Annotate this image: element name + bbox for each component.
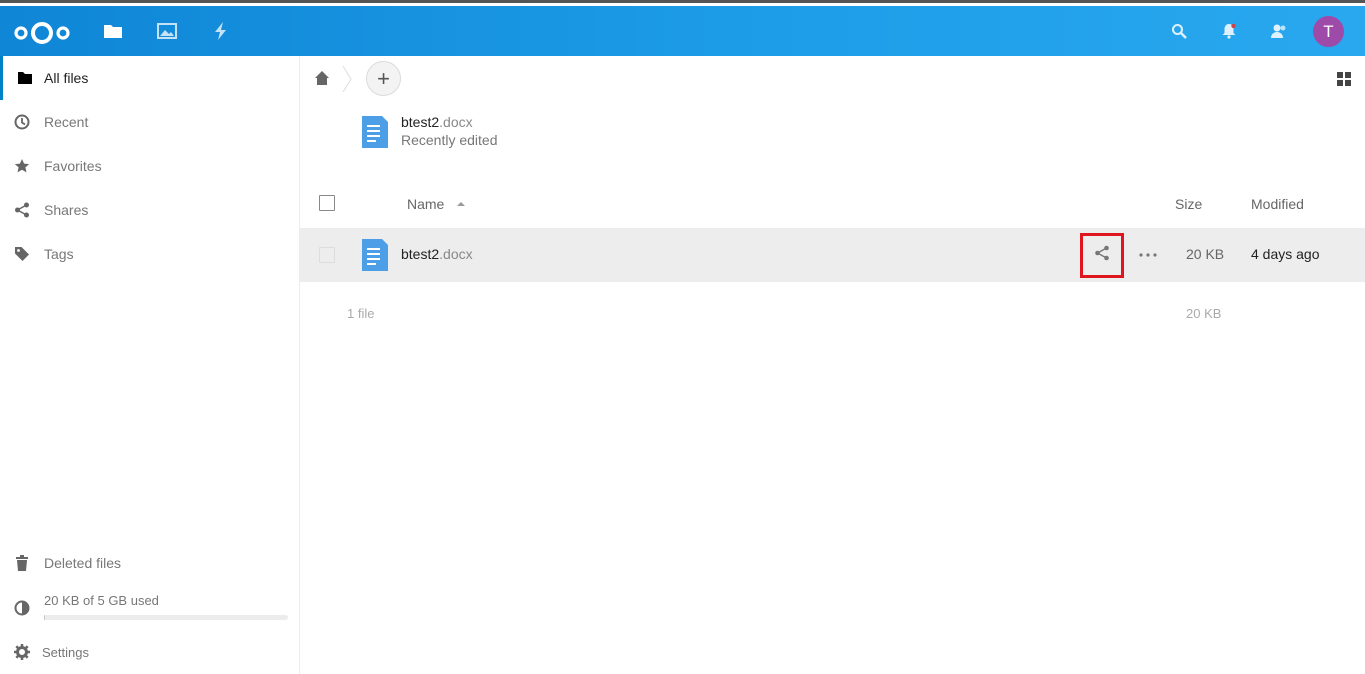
sidebar-item-label: Deleted files xyxy=(44,555,122,571)
file-name[interactable]: btest2.docx xyxy=(401,246,473,262)
sidebar-item-label: Favorites xyxy=(44,158,102,174)
recent-file-name: btest2.docx xyxy=(401,114,473,130)
share-icon xyxy=(1094,245,1110,266)
share-icon xyxy=(13,201,31,219)
sidebar-item-recent[interactable]: Recent xyxy=(0,100,299,144)
column-modified[interactable]: Modified xyxy=(1251,196,1304,212)
more-actions-icon[interactable] xyxy=(1136,245,1160,265)
document-icon xyxy=(362,239,388,271)
quota-progress-bar xyxy=(44,615,288,620)
star-icon xyxy=(13,157,31,175)
sidebar-item-settings[interactable]: Settings xyxy=(0,630,299,674)
folder-icon[interactable] xyxy=(100,18,126,62)
gear-icon xyxy=(13,643,31,661)
clock-icon xyxy=(13,113,31,131)
pie-chart-icon xyxy=(13,599,31,617)
nextcloud-logo[interactable] xyxy=(12,19,74,45)
sidebar-item-label: All files xyxy=(44,70,89,86)
file-modified: 4 days ago xyxy=(1251,246,1320,262)
file-count: 1 file xyxy=(347,306,375,321)
sidebar-item-favorites[interactable]: Favorites xyxy=(0,144,299,188)
sidebar-item-all-files[interactable]: All files xyxy=(0,56,299,100)
sidebar-item-label: Tags xyxy=(44,246,74,262)
files-main: + btest2.docx Recently edited Name Size … xyxy=(300,56,1365,674)
recent-file-subtitle: Recently edited xyxy=(401,132,498,148)
sidebar-item-deleted-files[interactable]: Deleted files xyxy=(0,541,299,585)
sidebar-item-tags[interactable]: Tags xyxy=(0,232,299,276)
trash-icon xyxy=(13,554,31,572)
contacts-icon[interactable] xyxy=(1266,18,1292,44)
add-button[interactable]: + xyxy=(366,61,401,96)
lightning-icon[interactable] xyxy=(208,18,234,44)
image-icon[interactable] xyxy=(154,18,180,44)
sidebar-item-label: Settings xyxy=(42,644,89,660)
quota-label: 20 KB of 5 GB used xyxy=(44,593,159,608)
avatar[interactable]: T xyxy=(1313,16,1344,47)
bell-icon[interactable] xyxy=(1216,18,1242,44)
top-header: T xyxy=(0,6,1365,62)
share-button[interactable] xyxy=(1080,233,1124,278)
sidebar-item-label: Shares xyxy=(44,202,89,218)
row-checkbox[interactable] xyxy=(319,247,335,263)
sort-ascending-icon xyxy=(457,202,465,206)
search-icon[interactable] xyxy=(1166,18,1192,44)
document-icon xyxy=(362,116,388,148)
select-all-checkbox[interactable] xyxy=(319,195,335,211)
total-size: 20 KB xyxy=(1186,306,1222,321)
column-size[interactable]: Size xyxy=(1175,196,1202,212)
table-row[interactable]: btest2.docx 20 KB 4 days ago xyxy=(300,228,1365,282)
file-size: 20 KB xyxy=(1186,246,1225,262)
breadcrumb-separator xyxy=(342,65,352,93)
tag-icon xyxy=(13,245,31,263)
sidebar: All files Recent Favorites Shares Tags D… xyxy=(0,56,300,674)
sidebar-item-shares[interactable]: Shares xyxy=(0,188,299,232)
grid-view-icon[interactable] xyxy=(1336,71,1352,87)
file-summary: 1 file 20 KB xyxy=(300,300,1365,330)
file-table-header: Name Size Modified xyxy=(300,182,1365,226)
home-icon[interactable] xyxy=(314,70,330,86)
sidebar-item-label: Recent xyxy=(44,114,89,130)
column-name[interactable]: Name xyxy=(407,196,444,212)
app-window: T All files Recent Favorites Shares Tags… xyxy=(0,0,1365,674)
folder-icon xyxy=(16,69,34,87)
